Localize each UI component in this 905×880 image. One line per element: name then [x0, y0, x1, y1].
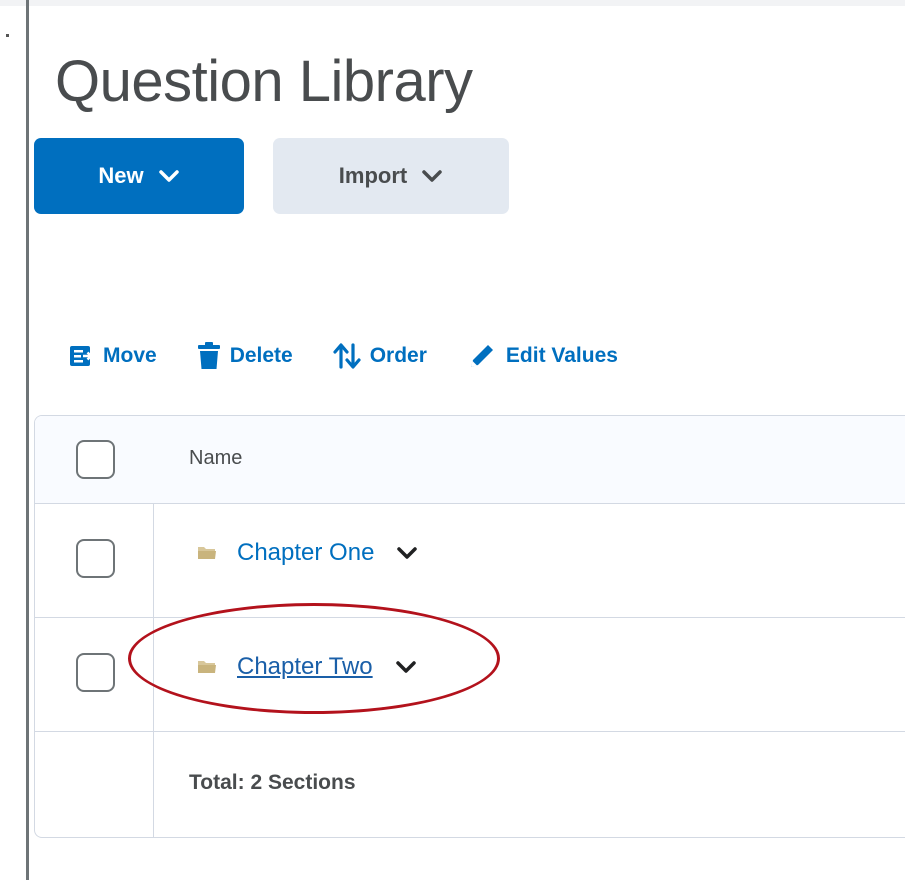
chevron-down-icon[interactable] — [396, 546, 418, 560]
page-title: Question Library — [55, 49, 473, 114]
delete-button[interactable]: Delete — [197, 342, 293, 370]
window-marker — [6, 34, 9, 37]
trash-icon — [197, 342, 220, 369]
select-all-checkbox[interactable] — [76, 440, 115, 479]
order-label: Order — [369, 344, 427, 367]
reorder-icon — [333, 343, 361, 369]
chevron-down-icon — [158, 170, 179, 182]
column-header-name[interactable]: Name — [189, 447, 242, 470]
action-toolbar: Move Delete Order Edit Values — [68, 336, 658, 376]
section-link-chapter-two[interactable]: Chapter Two — [237, 653, 373, 681]
left-border — [26, 0, 29, 880]
table-header: Name — [35, 416, 905, 504]
new-button-label: New — [98, 163, 144, 188]
total-sections: Total: 2 Sections — [189, 771, 356, 795]
order-button[interactable]: Order — [333, 343, 427, 369]
chevron-down-icon — [422, 170, 442, 182]
delete-label: Delete — [229, 344, 293, 367]
row-checkbox[interactable] — [76, 653, 115, 692]
folder-icon — [198, 547, 216, 559]
table-row: Chapter Two — [35, 617, 905, 732]
import-button[interactable]: Import — [273, 138, 509, 214]
pencil-icon — [470, 345, 493, 367]
total-value: 2 Sections — [250, 771, 356, 794]
chevron-down-icon[interactable] — [395, 660, 417, 674]
import-button-label: Import — [338, 163, 408, 188]
top-edge — [0, 0, 905, 6]
sections-table: Name Chapter One Chapter Two Total: 2 Se… — [34, 415, 905, 838]
new-button[interactable]: New — [34, 138, 244, 214]
row-checkbox[interactable] — [76, 539, 115, 578]
section-link-chapter-one[interactable]: Chapter One — [237, 539, 374, 567]
folder-icon — [198, 661, 216, 673]
table-row: Chapter One — [35, 503, 905, 618]
move-icon — [70, 346, 93, 366]
section-cell: Chapter Two — [197, 653, 417, 681]
move-label: Move — [103, 344, 157, 367]
section-cell: Chapter One — [197, 539, 418, 567]
edit-values-button[interactable]: Edit Values — [467, 341, 618, 371]
move-button[interactable]: Move — [68, 344, 157, 368]
total-label: Total: — [189, 771, 245, 794]
table-footer: Total: 2 Sections — [35, 731, 905, 837]
edit-values-label: Edit Values — [505, 344, 618, 367]
